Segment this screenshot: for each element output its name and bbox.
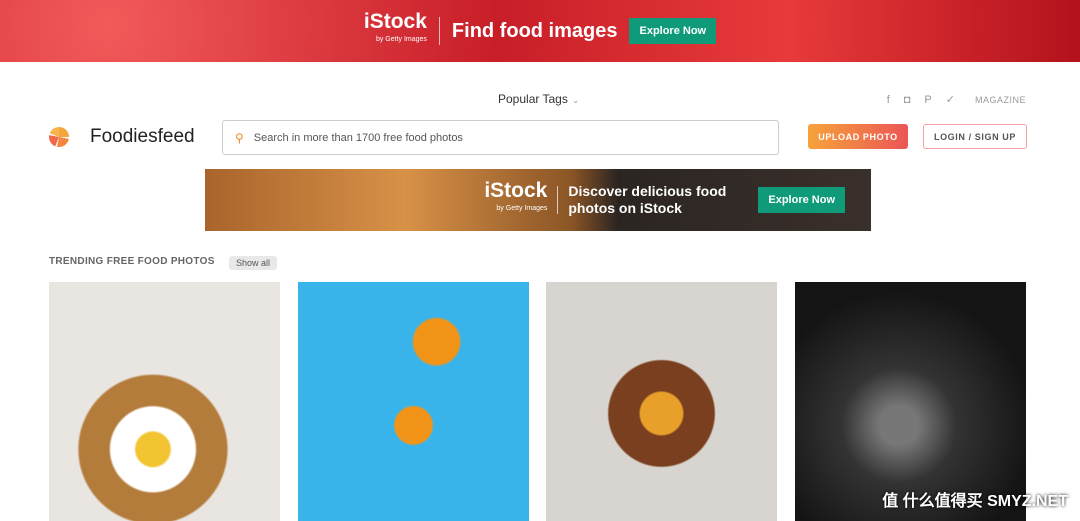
magazine-link[interactable]: MAGAZINE [975, 95, 1026, 105]
divider [438, 17, 440, 45]
istock-logo: iStock by Getty Images [363, 10, 427, 43]
top-ad-banner[interactable]: iStock by Getty Images Find food images E… [0, 0, 1080, 62]
divider [557, 186, 559, 214]
social-links: f ◘ P ✓ MAGAZINE [887, 93, 1026, 107]
chevron-down-icon: ⌄ [571, 95, 580, 105]
photo-eggs-toast[interactable] [49, 282, 280, 521]
photo-flour-hands[interactable] [795, 282, 1026, 521]
explore-now-button[interactable]: Explore Now [758, 187, 845, 213]
ad-headline: Find food images [451, 19, 618, 42]
foodiesfeed-logo-icon[interactable] [49, 127, 69, 147]
search-placeholder: Search in more than 1700 free food photo… [253, 131, 463, 144]
section-title: TRENDING FREE FOOD PHOTOS [49, 256, 215, 267]
search-icon: ⚲ [235, 130, 244, 145]
explore-now-button[interactable]: Explore Now [629, 18, 717, 44]
twitter-icon[interactable]: ✓ [946, 93, 955, 106]
photo-burger-tray[interactable] [546, 282, 777, 521]
facebook-icon[interactable]: f [887, 94, 890, 106]
brand-name[interactable]: Foodiesfeed [90, 126, 195, 148]
mid-ad-banner[interactable]: iStock by Getty Images Discover delicious… [205, 169, 871, 231]
popular-tags-dropdown[interactable]: Popular Tags ⌄ [498, 92, 579, 106]
ad-headline: Discover delicious food photos on iStock [568, 183, 727, 216]
pinterest-icon[interactable]: P [924, 94, 931, 106]
watermark: 值 什么值得买 SMYZ.NET [882, 493, 1068, 510]
login-signup-button[interactable]: LOGIN / SIGN UP [923, 124, 1027, 149]
search-input[interactable]: ⚲ Search in more than 1700 free food pho… [222, 120, 779, 155]
show-all-button[interactable]: Show all [229, 256, 278, 270]
istock-logo: iStock by Getty Images [484, 179, 548, 212]
instagram-icon[interactable]: ◘ [904, 94, 911, 106]
photo-oranges-blue[interactable] [298, 282, 529, 521]
upload-photo-button[interactable]: UPLOAD PHOTO [808, 124, 908, 149]
